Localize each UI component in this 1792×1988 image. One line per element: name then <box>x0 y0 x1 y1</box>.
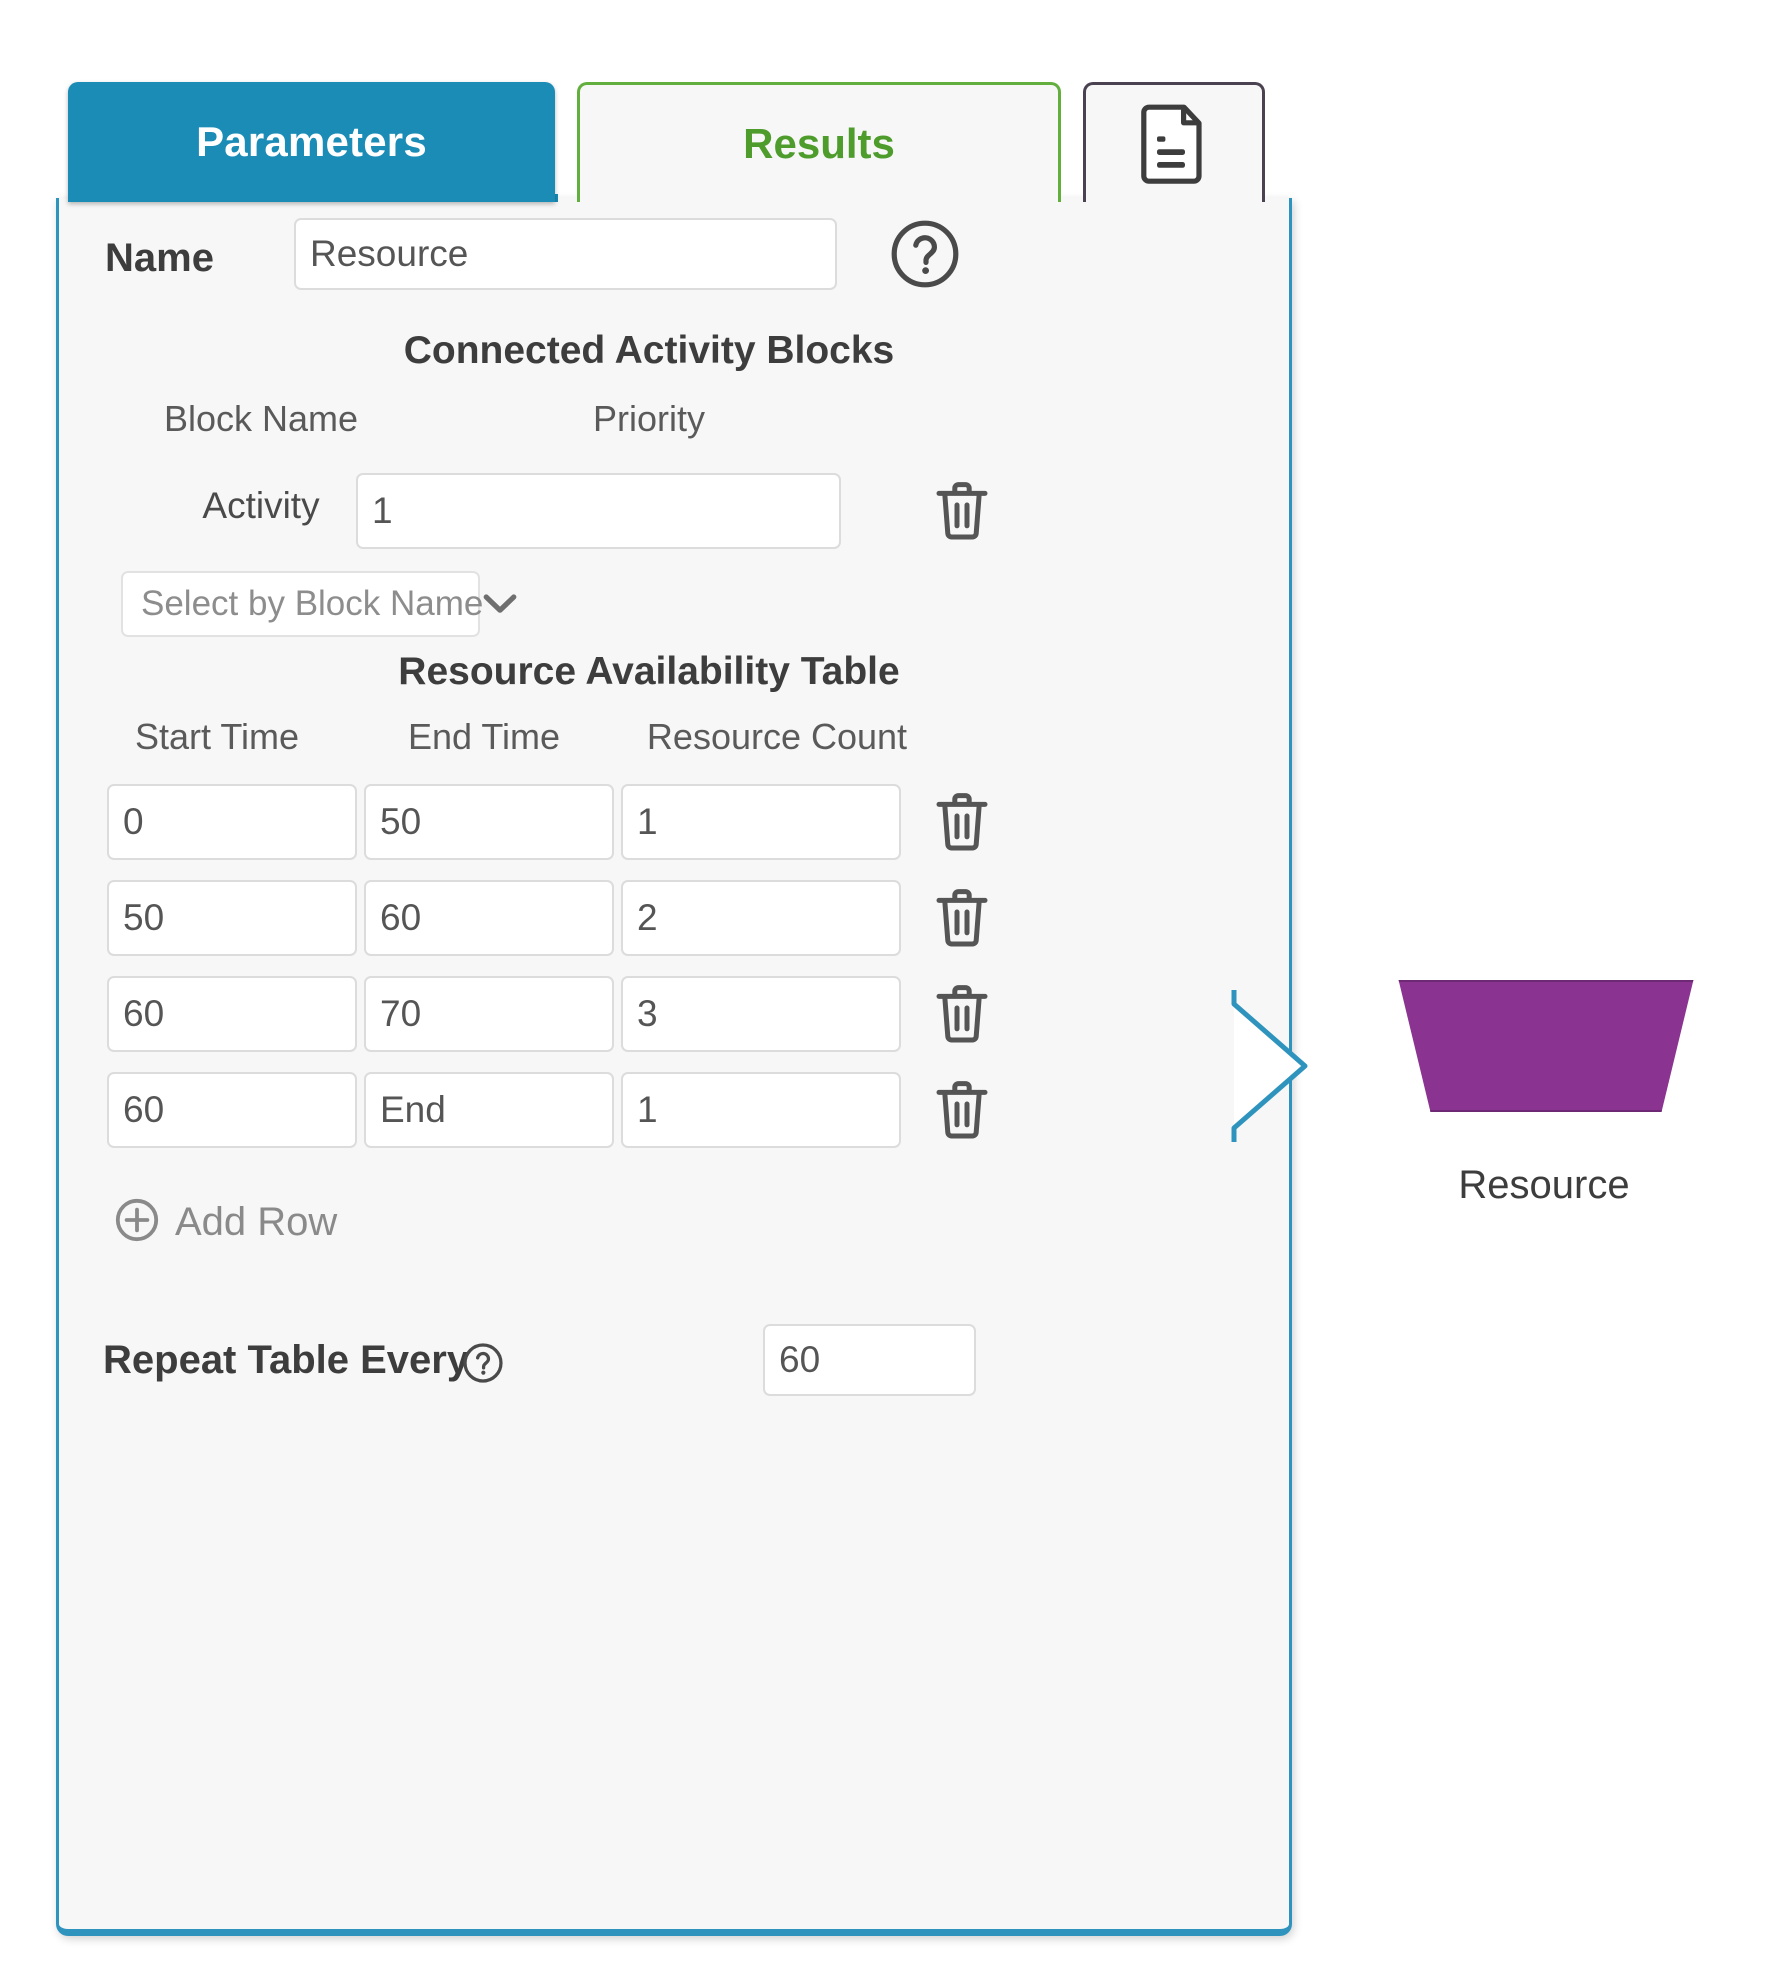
trash-icon[interactable] <box>934 886 990 953</box>
resource-block-shape <box>1394 980 1698 1112</box>
tab-results[interactable]: Results <box>577 82 1061 202</box>
repeat-table-every-input[interactable] <box>763 1324 976 1396</box>
name-row: Name <box>59 218 1289 298</box>
resource-count-input[interactable] <box>621 976 901 1052</box>
chevron-down-icon <box>483 593 533 615</box>
add-row-label: Add Row <box>175 1200 337 1245</box>
trash-icon[interactable] <box>934 982 990 1049</box>
trash-icon[interactable] <box>934 1078 990 1145</box>
end-time-input[interactable] <box>364 880 614 956</box>
priority-input[interactable] <box>356 473 841 549</box>
column-header-start-time: Start Time <box>87 716 347 758</box>
trash-icon[interactable] <box>934 790 990 857</box>
end-time-input[interactable] <box>364 784 614 860</box>
repeat-table-every-label: Repeat Table Every <box>103 1338 469 1383</box>
resource-block[interactable] <box>1394 980 1694 1108</box>
parameters-panel: Name Connected Activity Blocks Block Nam… <box>56 198 1292 1936</box>
name-label: Name <box>105 236 214 281</box>
resource-block-caption: Resource <box>1394 1163 1694 1208</box>
table-row <box>59 784 1289 860</box>
tab-parameters[interactable]: Parameters <box>68 82 555 202</box>
plus-circle-icon <box>115 1198 159 1247</box>
table-row <box>59 1072 1289 1148</box>
resource-count-input[interactable] <box>621 880 901 956</box>
table-row <box>59 880 1289 956</box>
tab-results-label: Results <box>743 120 895 168</box>
resource-availability-table-title: Resource Availability Table <box>59 650 1239 694</box>
trash-icon[interactable] <box>934 479 990 546</box>
name-input[interactable] <box>294 218 837 290</box>
question-mark-circle-icon[interactable] <box>889 218 961 295</box>
column-header-block-name: Block Name <box>71 398 451 440</box>
column-header-resource-count: Resource Count <box>607 716 947 758</box>
table-row <box>59 976 1289 1052</box>
tab-document[interactable] <box>1083 82 1265 202</box>
start-time-input[interactable] <box>107 784 357 860</box>
start-time-input[interactable] <box>107 880 357 956</box>
tab-strip: Parameters Results <box>68 82 1265 202</box>
select-by-block-name-dropdown[interactable]: Select by Block Name <box>121 571 480 637</box>
connected-activity-blocks-title: Connected Activity Blocks <box>59 329 1239 373</box>
resource-count-input[interactable] <box>621 784 901 860</box>
end-time-input[interactable] <box>364 1072 614 1148</box>
select-by-block-name-label: Select by Block Name <box>123 584 483 624</box>
start-time-input[interactable] <box>107 1072 357 1148</box>
column-header-end-time: End Time <box>354 716 614 758</box>
start-time-input[interactable] <box>107 976 357 1052</box>
end-time-input[interactable] <box>364 976 614 1052</box>
question-mark-circle-icon[interactable] <box>462 1342 504 1389</box>
resource-count-input[interactable] <box>621 1072 901 1148</box>
tab-parameters-label: Parameters <box>196 118 427 166</box>
column-header-priority: Priority <box>459 398 839 440</box>
add-row-button[interactable]: Add Row <box>115 1198 337 1247</box>
repeat-table-every-row: Repeat Table Every <box>59 1324 1289 1400</box>
document-icon <box>1141 104 1207 184</box>
